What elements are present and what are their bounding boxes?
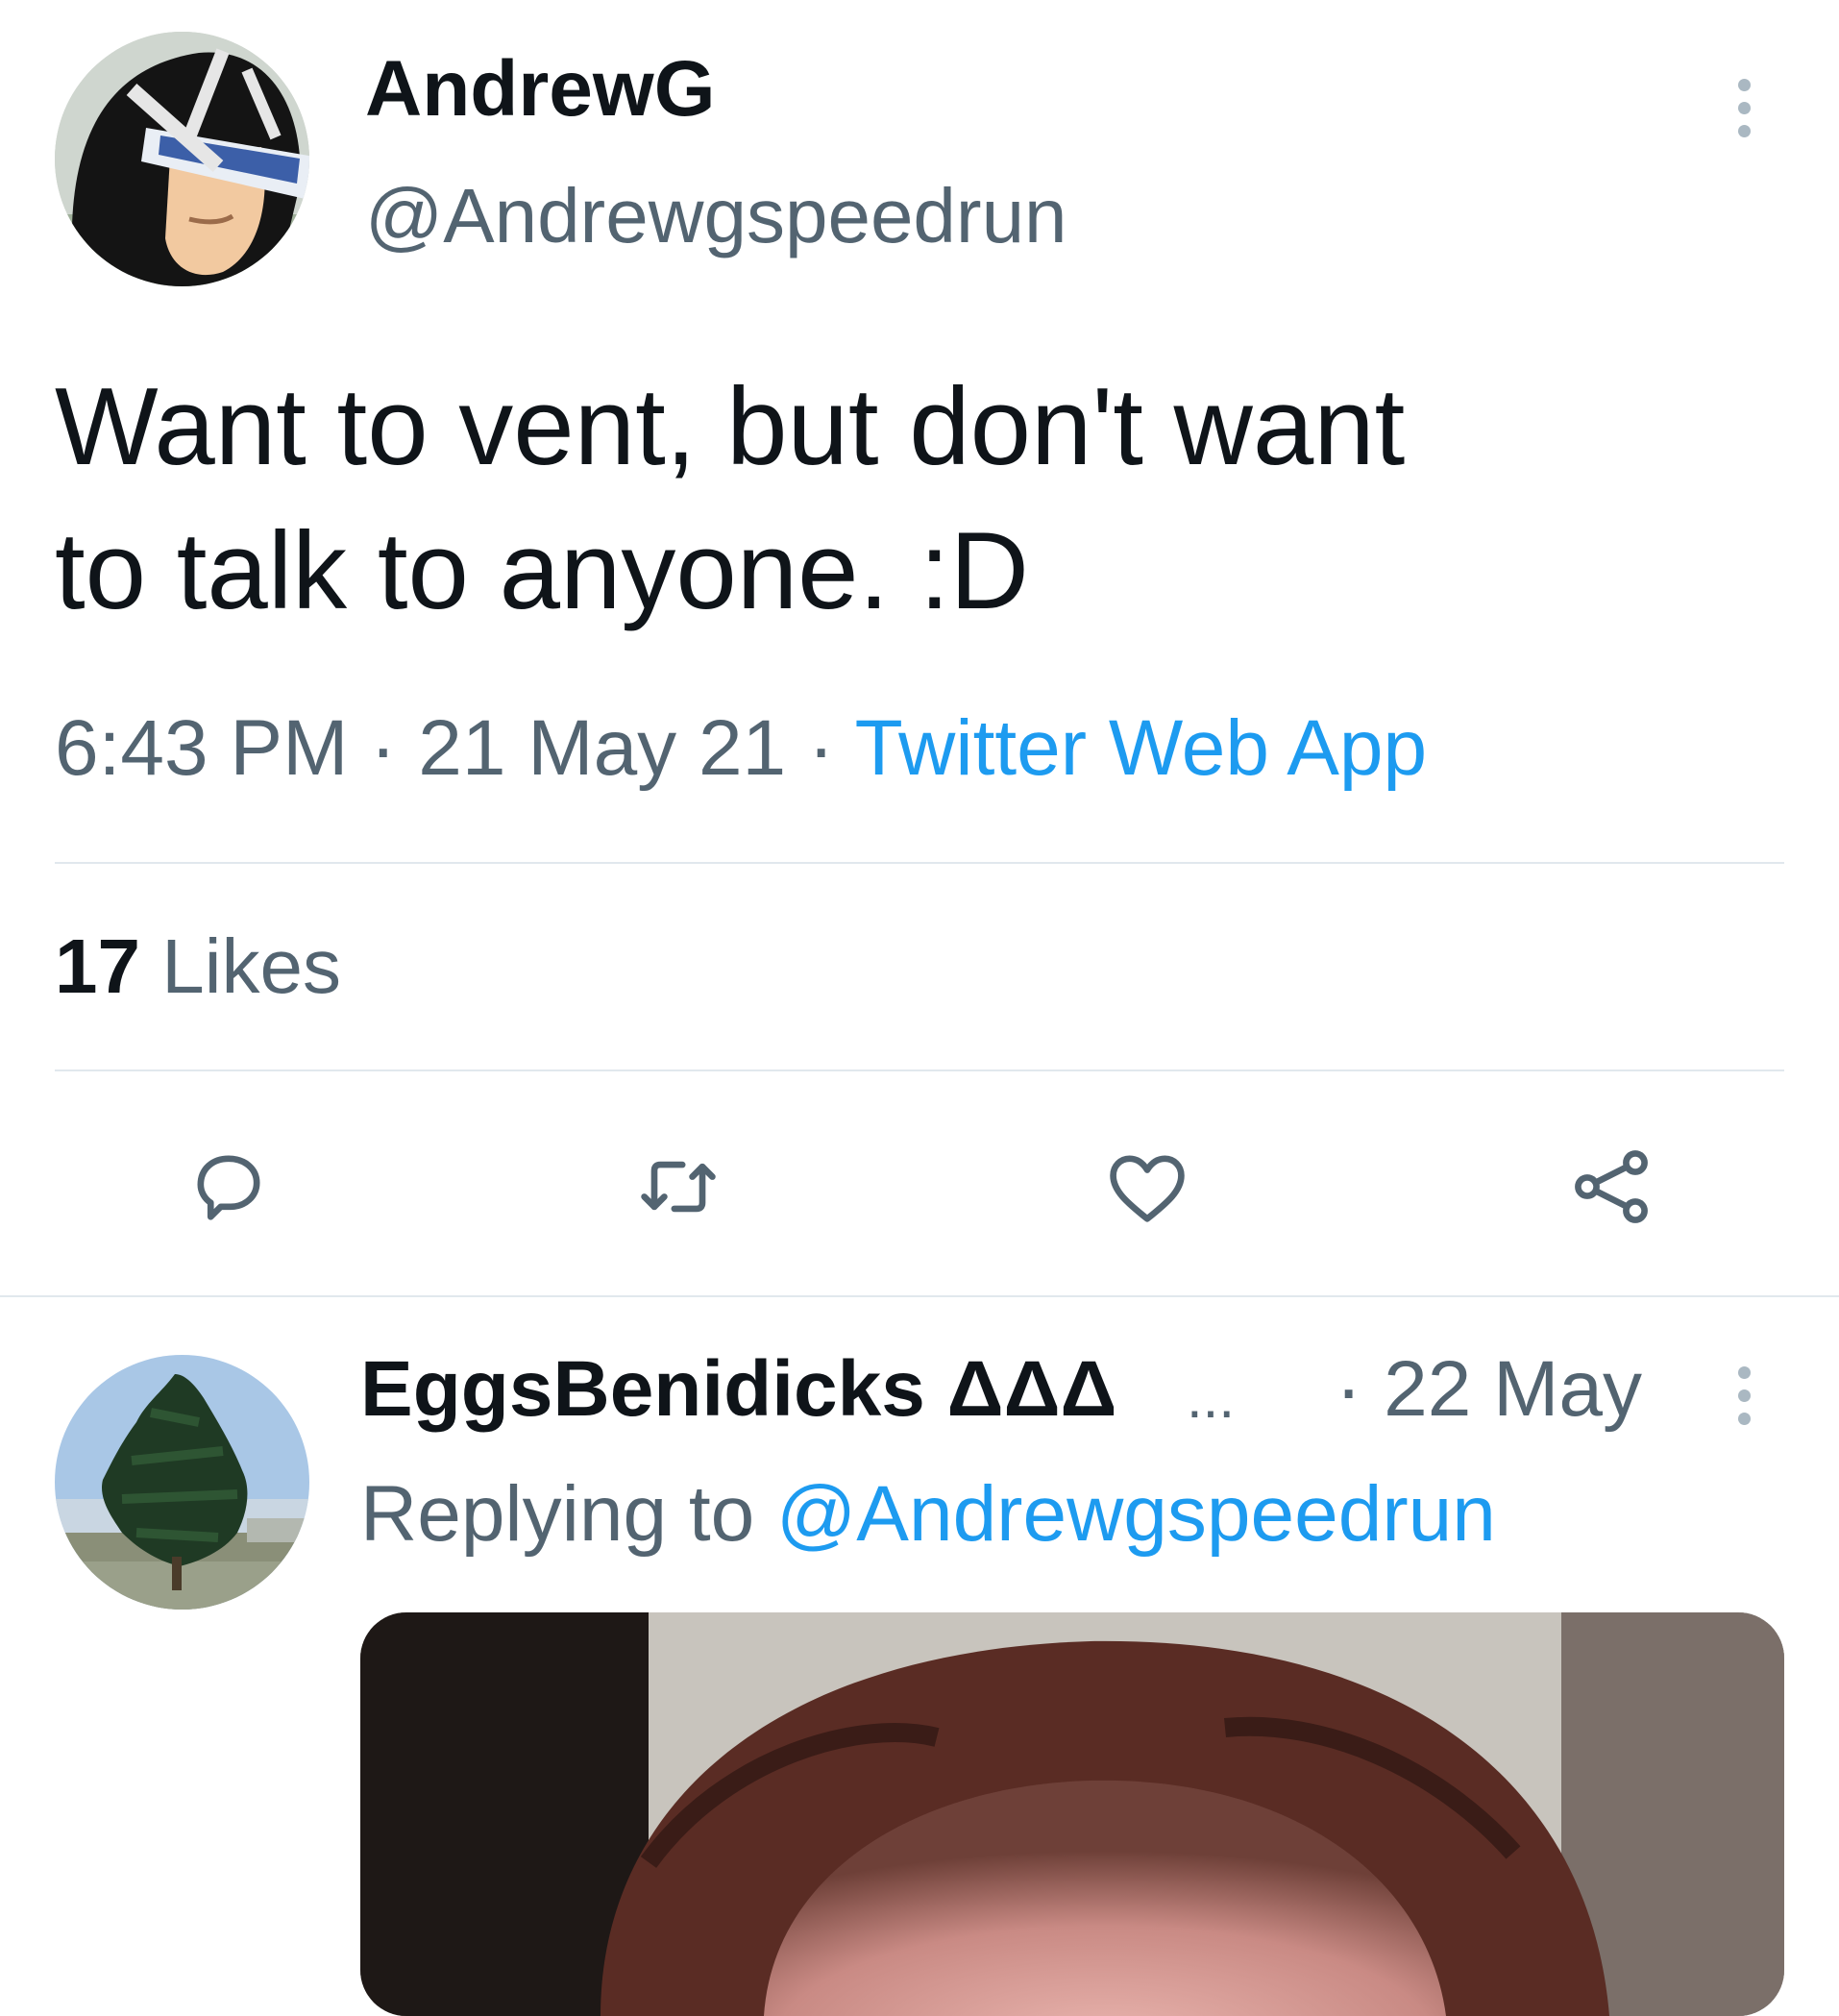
tweet-source-link[interactable]: Twitter Web App bbox=[855, 704, 1428, 792]
replying-to-mention[interactable]: @Andrewgspeedrun bbox=[776, 1470, 1496, 1558]
tweet-time: 6:43 PM bbox=[55, 704, 349, 792]
reply-author-avatar[interactable] bbox=[55, 1355, 309, 1610]
tweet-date: 21 May 21 bbox=[418, 704, 787, 792]
more-options-icon[interactable] bbox=[1717, 75, 1771, 142]
likes-count: 17 bbox=[55, 923, 140, 1009]
author-avatar[interactable] bbox=[55, 32, 309, 286]
share-icon[interactable] bbox=[1563, 1139, 1659, 1235]
like-icon[interactable] bbox=[1099, 1139, 1195, 1235]
retweet-icon[interactable] bbox=[630, 1139, 726, 1235]
tweet-text: Want to vent, but don't want to talk to … bbox=[55, 366, 1406, 632]
divider bbox=[55, 862, 1784, 864]
divider bbox=[55, 1069, 1784, 1071]
reply-icon[interactable] bbox=[181, 1139, 277, 1235]
replying-to-line: Replying to @Andrewgspeedrun bbox=[360, 1475, 1496, 1554]
author-handle[interactable]: @Andrewgspeedrun bbox=[365, 178, 1067, 255]
likes-summary[interactable]: 17 Likes bbox=[55, 928, 341, 1005]
reply-more-options-icon[interactable] bbox=[1717, 1363, 1771, 1430]
meta-separator: · bbox=[786, 704, 855, 792]
tweet-metadata: 6:43 PM · 21 May 21 · Twitter Web App bbox=[55, 709, 1427, 788]
author-display-name[interactable]: AndrewG bbox=[365, 50, 715, 129]
reply-image[interactable] bbox=[360, 1612, 1784, 2016]
reply-author-name[interactable]: EggsBenidicks ΔΔΔ bbox=[360, 1350, 1116, 1429]
reply-date[interactable]: · 22 May bbox=[1336, 1350, 1642, 1429]
replying-to-prefix: Replying to bbox=[360, 1470, 777, 1558]
divider bbox=[0, 1295, 1839, 1297]
likes-label: Likes bbox=[161, 923, 341, 1009]
reply-name-truncation: ... bbox=[1187, 1365, 1236, 1430]
meta-separator: · bbox=[348, 704, 419, 792]
